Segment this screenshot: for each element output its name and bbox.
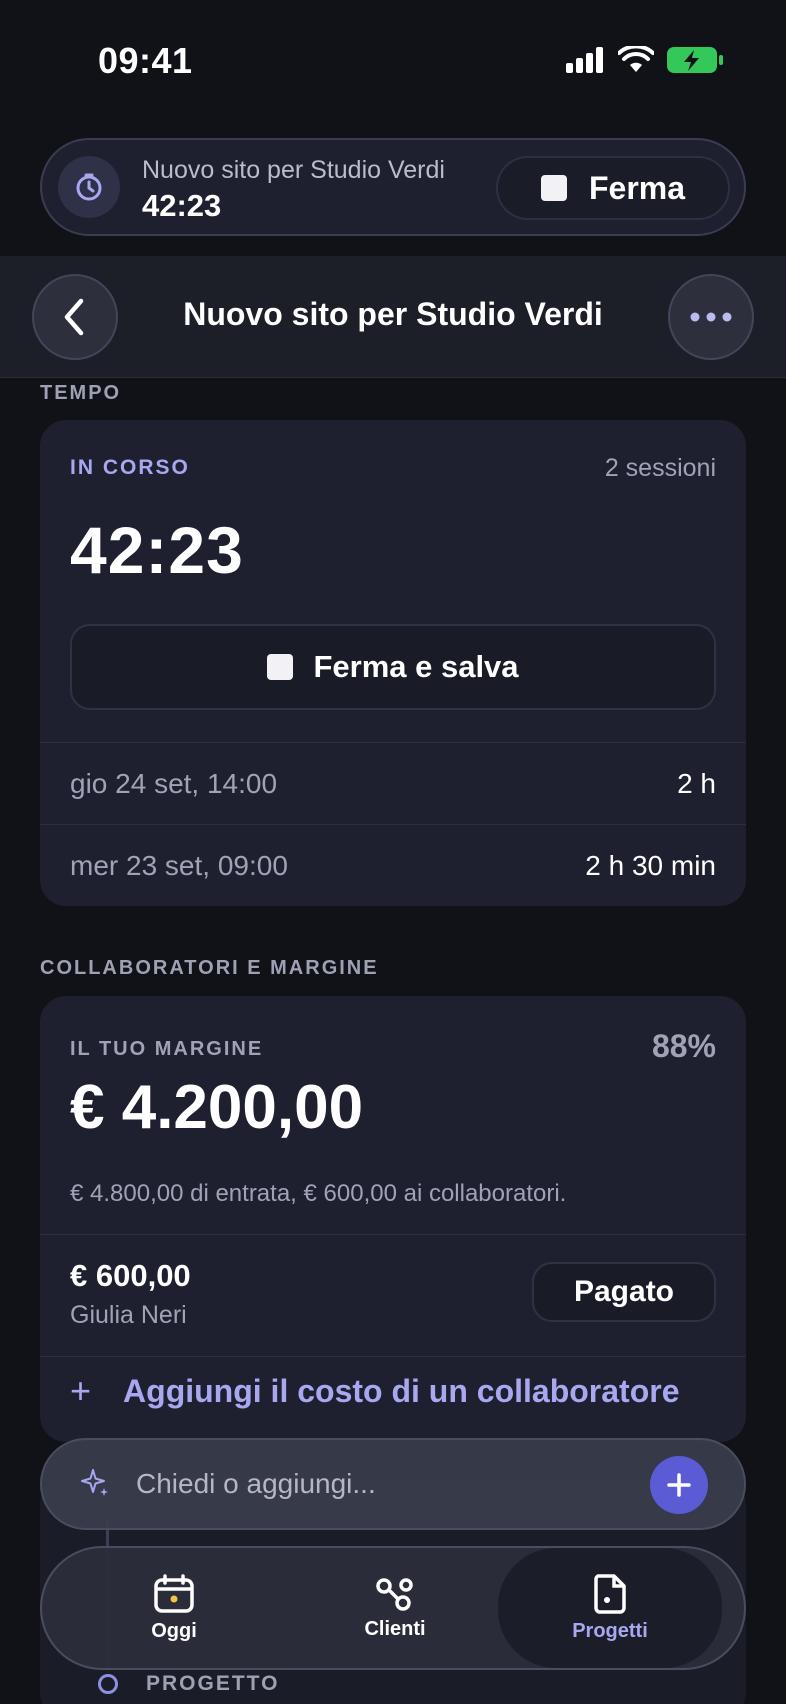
tab-oggi[interactable]: Oggi [62, 1548, 286, 1668]
tab-bar: Oggi Clienti Progetti [40, 1546, 746, 1670]
sessions-count: 2 sessioni [604, 454, 716, 482]
elapsed-time: 42:23 [70, 513, 244, 587]
stop-icon [267, 654, 294, 680]
live-stop-label: Ferma [588, 169, 686, 206]
timer-icon [58, 156, 120, 218]
signal-icon [566, 47, 603, 73]
margin-card: IL TUO MARGINE 88% € 4.200,00 € 4.800,00… [40, 996, 746, 1442]
navigation-bar: Nuovo sito per Studio Verdi [0, 256, 786, 378]
add-button[interactable] [650, 1456, 708, 1514]
timeline-dot-icon [98, 1674, 118, 1694]
ellipsis-icon [690, 312, 732, 322]
plus-icon: + [70, 1370, 92, 1411]
stop-and-save-button[interactable]: Ferma e salva [70, 624, 716, 710]
session-date: mer 23 set, 09:00 [70, 850, 288, 881]
tab-clienti[interactable]: Clienti [283, 1548, 507, 1668]
divider [40, 1356, 746, 1357]
margin-section-label: COLLABORATORI E MARGINE [40, 957, 379, 979]
live-timer-title: Nuovo sito per Studio Verdi [142, 156, 445, 184]
more-button[interactable] [668, 274, 754, 360]
margin-label: IL TUO MARGINE [70, 1038, 264, 1060]
sparkle-icon [81, 1469, 108, 1496]
divider [40, 824, 746, 825]
margin-description: € 4.800,00 di entrata, € 600,00 ai colla… [70, 1180, 567, 1207]
tab-clienti-label: Clienti [364, 1617, 426, 1640]
live-stop-button[interactable]: Ferma [496, 156, 730, 220]
tab-progetti[interactable]: Progetti [498, 1548, 722, 1668]
battery-charging-icon [667, 47, 723, 73]
margin-value: € 4.200,00 [70, 1073, 364, 1142]
divider [40, 742, 746, 743]
status-time: 09:41 [98, 40, 193, 81]
stop-and-save-label: Ferma e salva [313, 649, 519, 684]
session-duration: 2 h 30 min [585, 850, 716, 881]
paid-status-button[interactable]: Pagato [532, 1262, 716, 1322]
session-row[interactable]: gio 24 set, 14:00 2 h [70, 744, 716, 824]
ask-input[interactable]: Chiedi o aggiungi... [136, 1468, 376, 1500]
margin-percent: 88% [651, 1028, 716, 1064]
ask-bar[interactable]: Chiedi o aggiungi... [40, 1438, 746, 1530]
status-icons [566, 46, 724, 74]
add-collaborator-cost-button[interactable]: + Aggiungi il costo di un collaboratore [70, 1370, 679, 1412]
document-icon [594, 1573, 626, 1614]
collaborator-name: Giulia Neri [70, 1301, 187, 1329]
session-row[interactable]: mer 23 set, 09:00 2 h 30 min [70, 826, 716, 906]
graph-nodes-icon [376, 1577, 413, 1611]
session-duration: 2 h [677, 768, 716, 799]
live-timer-elapsed: 42:23 [142, 188, 222, 223]
progetto-label: PROGETTO [146, 1672, 280, 1695]
time-section-label: TEMPO [40, 382, 122, 404]
collaborator-amount: € 600,00 [70, 1258, 191, 1293]
session-date: gio 24 set, 14:00 [70, 768, 278, 799]
stop-icon [540, 175, 567, 201]
calendar-icon [154, 1573, 194, 1613]
time-card: IN CORSO 2 sessioni 42:23 Ferma e salva … [40, 420, 746, 906]
divider [40, 1234, 746, 1235]
add-collaborator-label: Aggiungi il costo di un collaboratore [123, 1372, 680, 1409]
tab-oggi-label: Oggi [151, 1619, 197, 1642]
live-timer-pill[interactable]: Nuovo sito per Studio Verdi 42:23 Ferma [40, 138, 746, 236]
wifi-icon [618, 46, 654, 72]
status-badge: IN CORSO [70, 456, 190, 479]
tab-progetti-label: Progetti [572, 1619, 648, 1642]
status-bar: 09:41 [0, 0, 786, 130]
plus-icon [667, 1473, 691, 1497]
